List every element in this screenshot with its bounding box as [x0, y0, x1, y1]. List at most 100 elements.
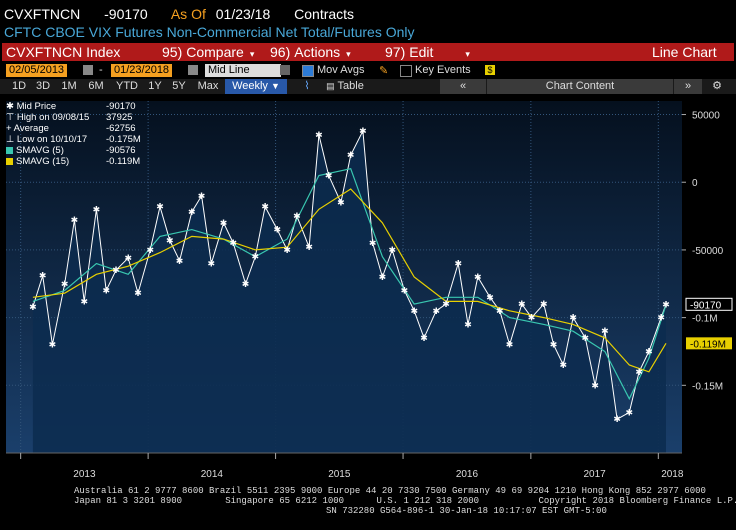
footer-copyright-line: Japan 81 3 3201 8900 Singapore 65 6212 1… — [74, 496, 736, 506]
legend-smavg15-label: SMAVG (15) — [16, 156, 70, 167]
y-tick-label: 50000 — [692, 111, 720, 122]
range-3d[interactable]: 3D — [32, 79, 54, 94]
footer-phones-line: Australia 61 2 9777 8600 Brazil 5511 239… — [74, 486, 706, 496]
chart-legend: ✱ Mid Price -90170 ⊤ High on 09/08/15 3792… — [6, 101, 141, 167]
legend-smavg5-label: SMAVG (5) — [16, 145, 64, 156]
end-date-field[interactable]: 01/23/2018 — [111, 64, 173, 77]
mid-price-point: ✱ — [325, 171, 333, 181]
actions-menu[interactable]: 96) Actions ▾ — [270, 44, 351, 60]
table-button[interactable]: ▤ Table — [322, 79, 368, 94]
mid-price-point: ✱ — [388, 246, 396, 256]
legend-smavg15: SMAVG (15) -0.119M — [6, 156, 141, 167]
table-icon: ▤ — [326, 81, 335, 91]
range-1y[interactable]: 1Y — [145, 79, 165, 94]
mid-price-point: ✱ — [315, 131, 323, 141]
mid-price-point: ✱ — [274, 226, 282, 236]
mid-price-point: ✱ — [49, 341, 57, 351]
chart-type-label[interactable]: Line Chart — [652, 44, 717, 60]
menu-bar: CVXFTNCN Index 95) Compare ▾ 96) Actions ▾ 9… — [2, 43, 734, 61]
legend-average-value: -62756 — [106, 123, 136, 134]
average-marker-icon: + — [6, 123, 14, 134]
last-value-label: -90170 — [690, 300, 722, 311]
range-5y[interactable]: 5Y — [169, 79, 189, 94]
legend-low-label: Low on 10/10/17 — [16, 134, 88, 145]
gear-icon[interactable]: ⚙ — [706, 79, 728, 94]
legend-low: ⊥ Low on 10/10/17 -0.175M — [6, 134, 141, 145]
mid-price-point: ✱ — [176, 257, 184, 267]
key-events-checkbox[interactable] — [400, 65, 412, 77]
collapse-left-icon[interactable]: « — [440, 79, 486, 94]
mid-price-point: ✱ — [379, 273, 387, 283]
calendar-icon[interactable] — [83, 65, 93, 75]
mid-price-point: ✱ — [401, 287, 409, 297]
dropdown-arrow-icon: ▾ — [249, 49, 255, 59]
as-of-label: As Of — [170, 6, 206, 22]
mid-price-point: ✱ — [166, 236, 174, 246]
collapse-right-icon[interactable]: » — [674, 79, 702, 94]
as-of-date: 01/23/18 — [215, 6, 271, 22]
dropdown-arrow-icon: ▾ — [346, 49, 351, 59]
footer-session-line: SN 732280 G564-896-1 30-Jan-18 10:17:07 … — [326, 506, 607, 516]
mid-price-point: ✱ — [560, 361, 568, 371]
mid-price-point: ✱ — [657, 314, 665, 324]
chart-content-button[interactable]: Chart Content — [487, 79, 673, 94]
range-6m[interactable]: 6M — [84, 79, 108, 94]
calendar-icon[interactable] — [188, 65, 198, 75]
range-max[interactable]: Max — [194, 79, 222, 94]
edit-menu[interactable]: 97) Edit ▾ — [385, 44, 470, 60]
mid-price-point: ✱ — [486, 293, 494, 303]
period-label: Weekly — [232, 80, 268, 92]
units-label: Contracts — [294, 6, 355, 22]
mid-price-point: ✱ — [261, 203, 269, 213]
mid-price-point: ✱ — [146, 246, 154, 256]
mid-price-point: ✱ — [61, 280, 69, 290]
compare-menu[interactable]: 95) Compare ▾ — [162, 44, 254, 60]
toolbar: 1D 3D 1M 6M YTD 1Y 5Y Max Weekly ▼ ⌇ ▤ T… — [0, 79, 736, 94]
period-select[interactable]: Weekly ▼ — [225, 79, 287, 94]
mid-price-point: ✱ — [29, 303, 37, 313]
x-tick-label: 2017 — [583, 469, 606, 480]
mid-price-point: ✱ — [432, 307, 440, 317]
compare-label: Compare — [186, 44, 244, 60]
line-type-select[interactable]: Mid Line — [205, 64, 281, 77]
mid-price-point: ✱ — [506, 341, 514, 351]
mid-price-point: ✱ — [528, 314, 536, 324]
x-tick-label: 2018 — [661, 469, 684, 480]
y-tick-label: -0.15M — [692, 381, 723, 392]
header-line: CVXFTNCN -90170 As Of 01/23/18 Contracts — [4, 6, 374, 22]
mid-price-point: ✱ — [93, 205, 101, 215]
legend-smavg5: SMAVG (5) -90576 — [6, 145, 141, 156]
mid-price-point: ✱ — [242, 280, 250, 290]
mid-price-point: ✱ — [124, 254, 132, 264]
mid-price-point: ✱ — [626, 408, 634, 418]
mid-price-point: ✱ — [582, 334, 590, 344]
range-ytd[interactable]: YTD — [112, 79, 142, 94]
mid-price-point: ✱ — [220, 219, 228, 229]
mov-avgs-checkbox[interactable] — [302, 65, 314, 77]
index-label: CVXFTNCN Index — [6, 44, 121, 60]
mid-price-point: ✱ — [518, 300, 526, 310]
mid-price-point: ✱ — [569, 314, 577, 324]
y-tick-label: -50000 — [692, 246, 724, 257]
mid-price-point: ✱ — [80, 297, 88, 307]
mid-price-point: ✱ — [112, 266, 120, 276]
legend-mid-price: ✱ Mid Price -90170 — [6, 101, 141, 112]
line-chart-icon[interactable]: ⌇ — [296, 79, 318, 94]
x-tick-label: 2016 — [456, 469, 479, 480]
range-1m[interactable]: 1M — [57, 79, 81, 94]
mid-price-point: ✱ — [540, 300, 548, 310]
mid-price-point: ✱ — [601, 327, 609, 337]
mid-price-point: ✱ — [71, 216, 79, 226]
start-date-field[interactable]: 02/05/2013 — [6, 64, 68, 77]
pencil-icon[interactable]: ✎ — [379, 64, 388, 77]
security-description: CFTC CBOE VIX Futures Non-Commercial Net… — [4, 24, 415, 40]
mid-price-point: ✱ — [198, 192, 206, 202]
mid-price-point: ✱ — [188, 208, 196, 218]
dollar-icon[interactable]: $ — [485, 65, 495, 75]
legend-high: ⊤ High on 09/08/15 37925 — [6, 112, 141, 123]
range-1d[interactable]: 1D — [8, 79, 30, 94]
mid-price-point: ✱ — [252, 253, 260, 263]
mid-price-point: ✱ — [464, 320, 472, 330]
dropdown-arrow-icon[interactable] — [280, 65, 290, 75]
mid-price-point: ✱ — [591, 381, 599, 391]
